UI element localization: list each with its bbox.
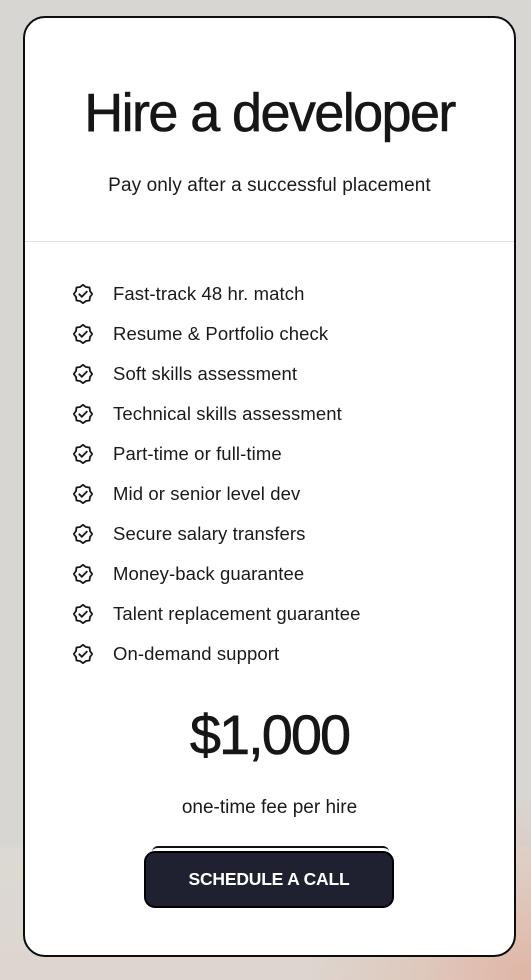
feature-label: Secure salary transfers xyxy=(113,523,306,544)
feature-item: Money-back guarantee xyxy=(72,554,361,594)
feature-label: Mid or senior level dev xyxy=(113,483,301,504)
feature-label: Talent replacement guarantee xyxy=(113,603,361,624)
feature-list: Fast-track 48 hr. match Resume & Portfol… xyxy=(72,274,361,674)
badge-check-icon xyxy=(72,443,94,465)
feature-label: Soft skills assessment xyxy=(113,363,298,384)
badge-check-icon xyxy=(72,363,94,385)
feature-item: On-demand support xyxy=(72,634,361,674)
feature-item: Technical skills assessment xyxy=(72,394,361,434)
badge-check-icon xyxy=(72,323,94,345)
pricing-card: Hire a developer Pay only after a succes… xyxy=(23,16,516,957)
card-subtitle: Pay only after a successful placement xyxy=(108,175,431,196)
badge-check-icon xyxy=(72,563,94,585)
feature-item: Fast-track 48 hr. match xyxy=(72,274,361,314)
feature-item: Secure salary transfers xyxy=(72,514,361,554)
feature-item: Soft skills assessment xyxy=(72,354,361,394)
feature-label: Money-back guarantee xyxy=(113,563,305,584)
price-note: one-time fee per hire xyxy=(181,797,358,818)
badge-check-icon xyxy=(72,403,94,425)
feature-item: Part-time or full-time xyxy=(72,434,361,474)
badge-check-icon xyxy=(72,283,94,305)
feature-label: On-demand support xyxy=(113,643,280,664)
badge-check-icon xyxy=(72,523,94,545)
feature-label: Fast-track 48 hr. match xyxy=(113,283,305,304)
badge-check-icon xyxy=(72,643,94,665)
badge-check-icon xyxy=(72,483,94,505)
schedule-call-button[interactable]: SCHEDULE A CALL xyxy=(144,851,394,908)
feature-label: Part-time or full-time xyxy=(113,443,282,464)
price: $1,000 xyxy=(189,703,352,767)
card-title: Hire a developer xyxy=(84,83,457,144)
feature-item: Talent replacement guarantee xyxy=(72,594,361,634)
feature-item: Mid or senior level dev xyxy=(72,474,361,514)
feature-label: Technical skills assessment xyxy=(113,403,342,424)
feature-item: Resume & Portfolio check xyxy=(72,314,361,354)
feature-label: Resume & Portfolio check xyxy=(113,323,329,344)
badge-check-icon xyxy=(72,603,94,625)
